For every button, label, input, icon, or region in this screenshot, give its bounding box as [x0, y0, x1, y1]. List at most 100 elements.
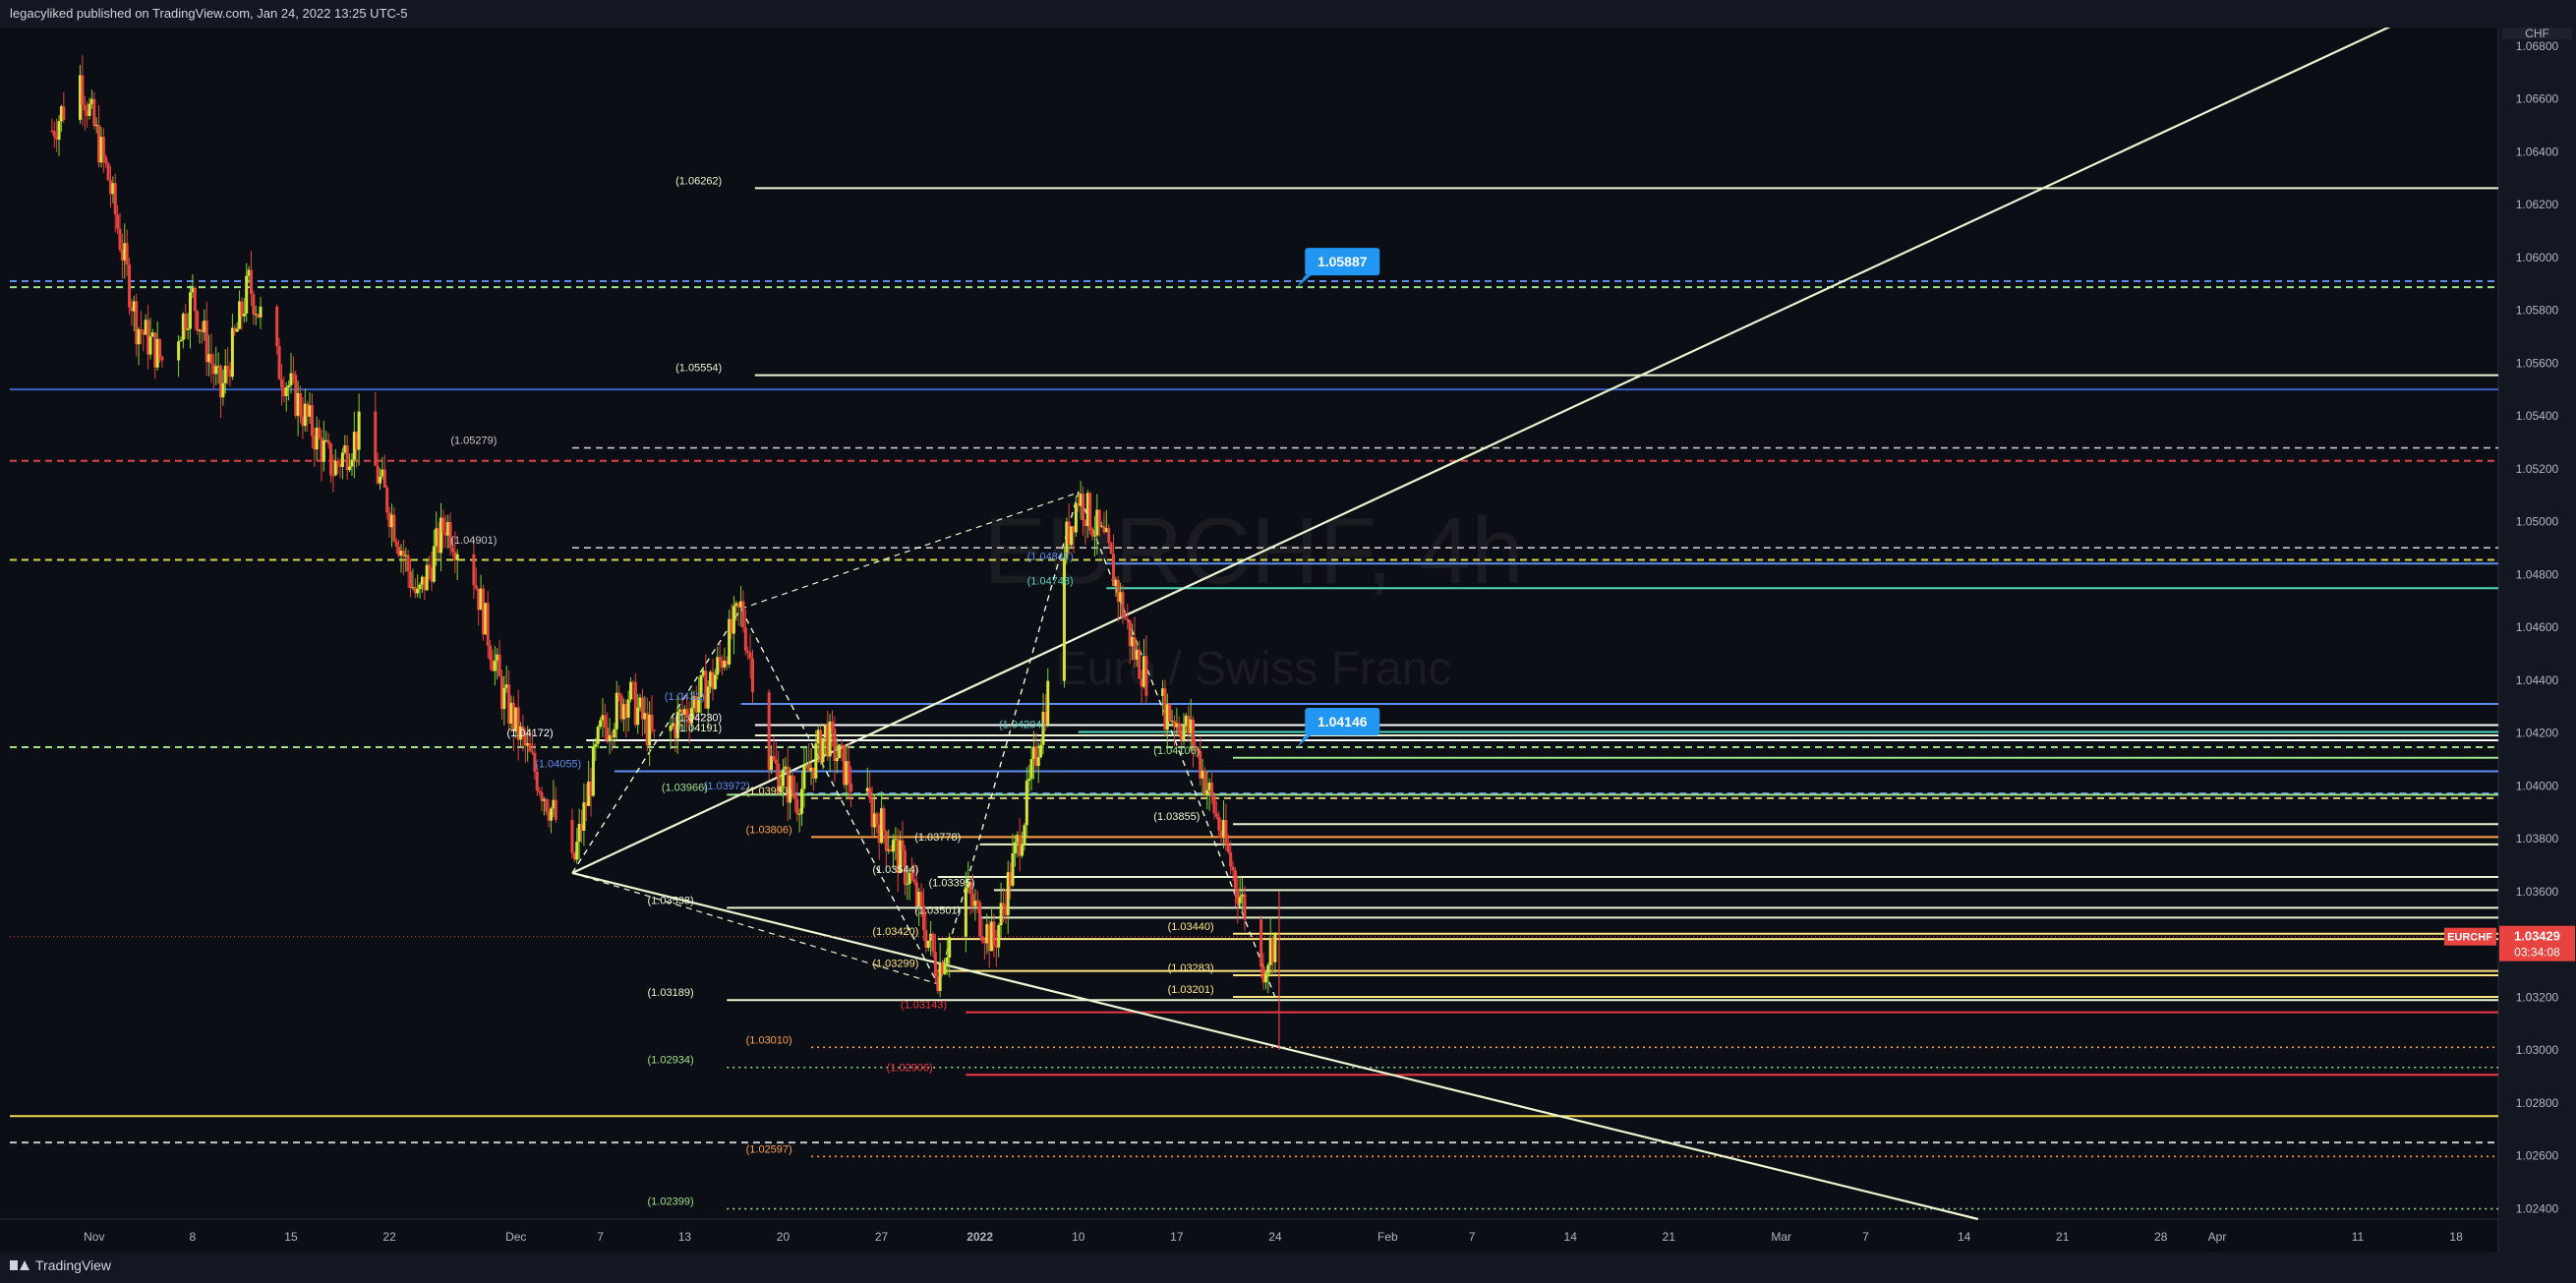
candle-body	[348, 466, 352, 471]
candle-body	[814, 743, 818, 779]
candle-body	[1273, 932, 1277, 962]
level-label: (1.04901)	[450, 535, 497, 547]
level-label: (1.04841)	[1027, 551, 1074, 562]
level-label: (1.03806)	[746, 824, 792, 836]
candle-body	[538, 790, 542, 792]
candle-body	[603, 715, 607, 729]
y-tick-label: 1.03200	[2516, 990, 2559, 1004]
candle-body	[1243, 894, 1247, 920]
level-label: (1.0431)	[665, 691, 705, 703]
price-chart[interactable]: EURCHF, 4hEuro / Swiss Franc (1.06262)(1…	[0, 28, 2576, 1252]
x-tick-label: 10	[1072, 1230, 1085, 1244]
candle-body	[322, 439, 325, 462]
candle-body	[1027, 778, 1031, 782]
candle-body	[284, 386, 288, 396]
y-tick-label: 1.04600	[2516, 620, 2559, 634]
candle-body	[409, 571, 413, 589]
callout-label: 1.04146	[1317, 714, 1368, 729]
candle-body	[498, 654, 501, 677]
candle-body	[209, 354, 213, 365]
candle-body	[62, 106, 66, 120]
tradingview-logo[interactable]: TradingView	[10, 1257, 111, 1273]
y-tick-label: 1.04800	[2516, 567, 2559, 581]
candle-body	[184, 314, 188, 330]
callout-label: 1.05887	[1317, 254, 1368, 269]
candle-body	[1144, 656, 1148, 696]
candle-body	[750, 658, 754, 693]
candle-body	[1205, 789, 1209, 795]
candle-body	[617, 692, 621, 696]
candle-body	[186, 328, 190, 330]
candle-body	[1126, 618, 1130, 620]
x-tick-label: 14	[1564, 1230, 1578, 1244]
plot-area	[0, 28, 2498, 1252]
candle-body	[1046, 680, 1050, 725]
candle-body	[535, 771, 539, 791]
y-tick-label: 1.03000	[2516, 1043, 2559, 1057]
candle-body	[83, 104, 87, 111]
candle-body	[868, 787, 872, 799]
x-tick-label: 27	[875, 1230, 889, 1244]
x-tick-label: 28	[2154, 1230, 2168, 1244]
candle-body	[441, 517, 445, 532]
level-label: (1.03283)	[1168, 962, 1214, 974]
x-tick-label: 11	[2352, 1230, 2365, 1244]
candle-body	[875, 813, 879, 825]
x-tick-label: 15	[284, 1230, 298, 1244]
candle-body	[943, 963, 947, 974]
x-tick-label: 2022	[966, 1230, 993, 1244]
candle-body	[139, 328, 143, 332]
level-label: (1.03010)	[746, 1034, 792, 1046]
level-label: (1.03440)	[1168, 921, 1214, 933]
candle-body	[528, 743, 532, 752]
candle-body	[831, 721, 835, 729]
candle-body	[57, 121, 61, 140]
level-label: (1.03953)	[746, 786, 792, 797]
candle-body	[1021, 845, 1025, 856]
publisher-text: legacyliked published on TradingView.com…	[10, 6, 408, 21]
candle-body	[1011, 853, 1015, 886]
candle-body	[416, 589, 420, 594]
candle-body	[1182, 726, 1186, 741]
candle-body	[594, 743, 598, 747]
candle-body	[1097, 509, 1101, 527]
candle-body	[980, 935, 984, 942]
y-tick-label: 1.02600	[2516, 1149, 2559, 1163]
level-label: (1.03966)	[662, 782, 708, 793]
candle-body	[88, 103, 91, 116]
candle-body	[160, 356, 164, 361]
candle-body	[382, 469, 386, 488]
candle-body	[652, 729, 656, 731]
candle-body	[629, 681, 633, 700]
candle-body	[104, 156, 108, 164]
x-tick-label: 21	[1663, 1230, 1676, 1244]
y-tick-label: 1.06400	[2516, 145, 2559, 158]
candle-body	[374, 411, 378, 466]
candle-body	[318, 427, 322, 438]
candle-body	[554, 799, 557, 820]
candle-body	[1214, 813, 1218, 817]
x-tick-label: Dec	[505, 1230, 526, 1244]
candle-body	[340, 452, 344, 467]
candle-body	[1013, 842, 1017, 854]
candle-body	[1231, 866, 1235, 871]
candle-body	[748, 652, 752, 659]
level-label: (1.04748)	[1027, 575, 1074, 587]
level-label: (1.04055)	[535, 758, 581, 770]
candle-body	[797, 813, 801, 815]
candle-body	[613, 729, 616, 738]
candle-body	[1074, 502, 1078, 533]
x-tick-label: Feb	[1377, 1230, 1398, 1244]
candle-body	[1238, 897, 1242, 904]
y-tick-label: 1.06200	[2516, 198, 2559, 211]
level-label: (1.03299)	[872, 959, 918, 970]
candle-body	[329, 443, 333, 476]
candle-body	[287, 385, 291, 387]
candle-body	[81, 75, 85, 105]
candle-body	[472, 554, 476, 586]
x-tick-label: 24	[1268, 1230, 1282, 1244]
level-label: (1.03972)	[704, 781, 750, 792]
candle-body	[792, 793, 796, 799]
candle-body	[772, 756, 776, 760]
candle-body	[919, 892, 923, 906]
